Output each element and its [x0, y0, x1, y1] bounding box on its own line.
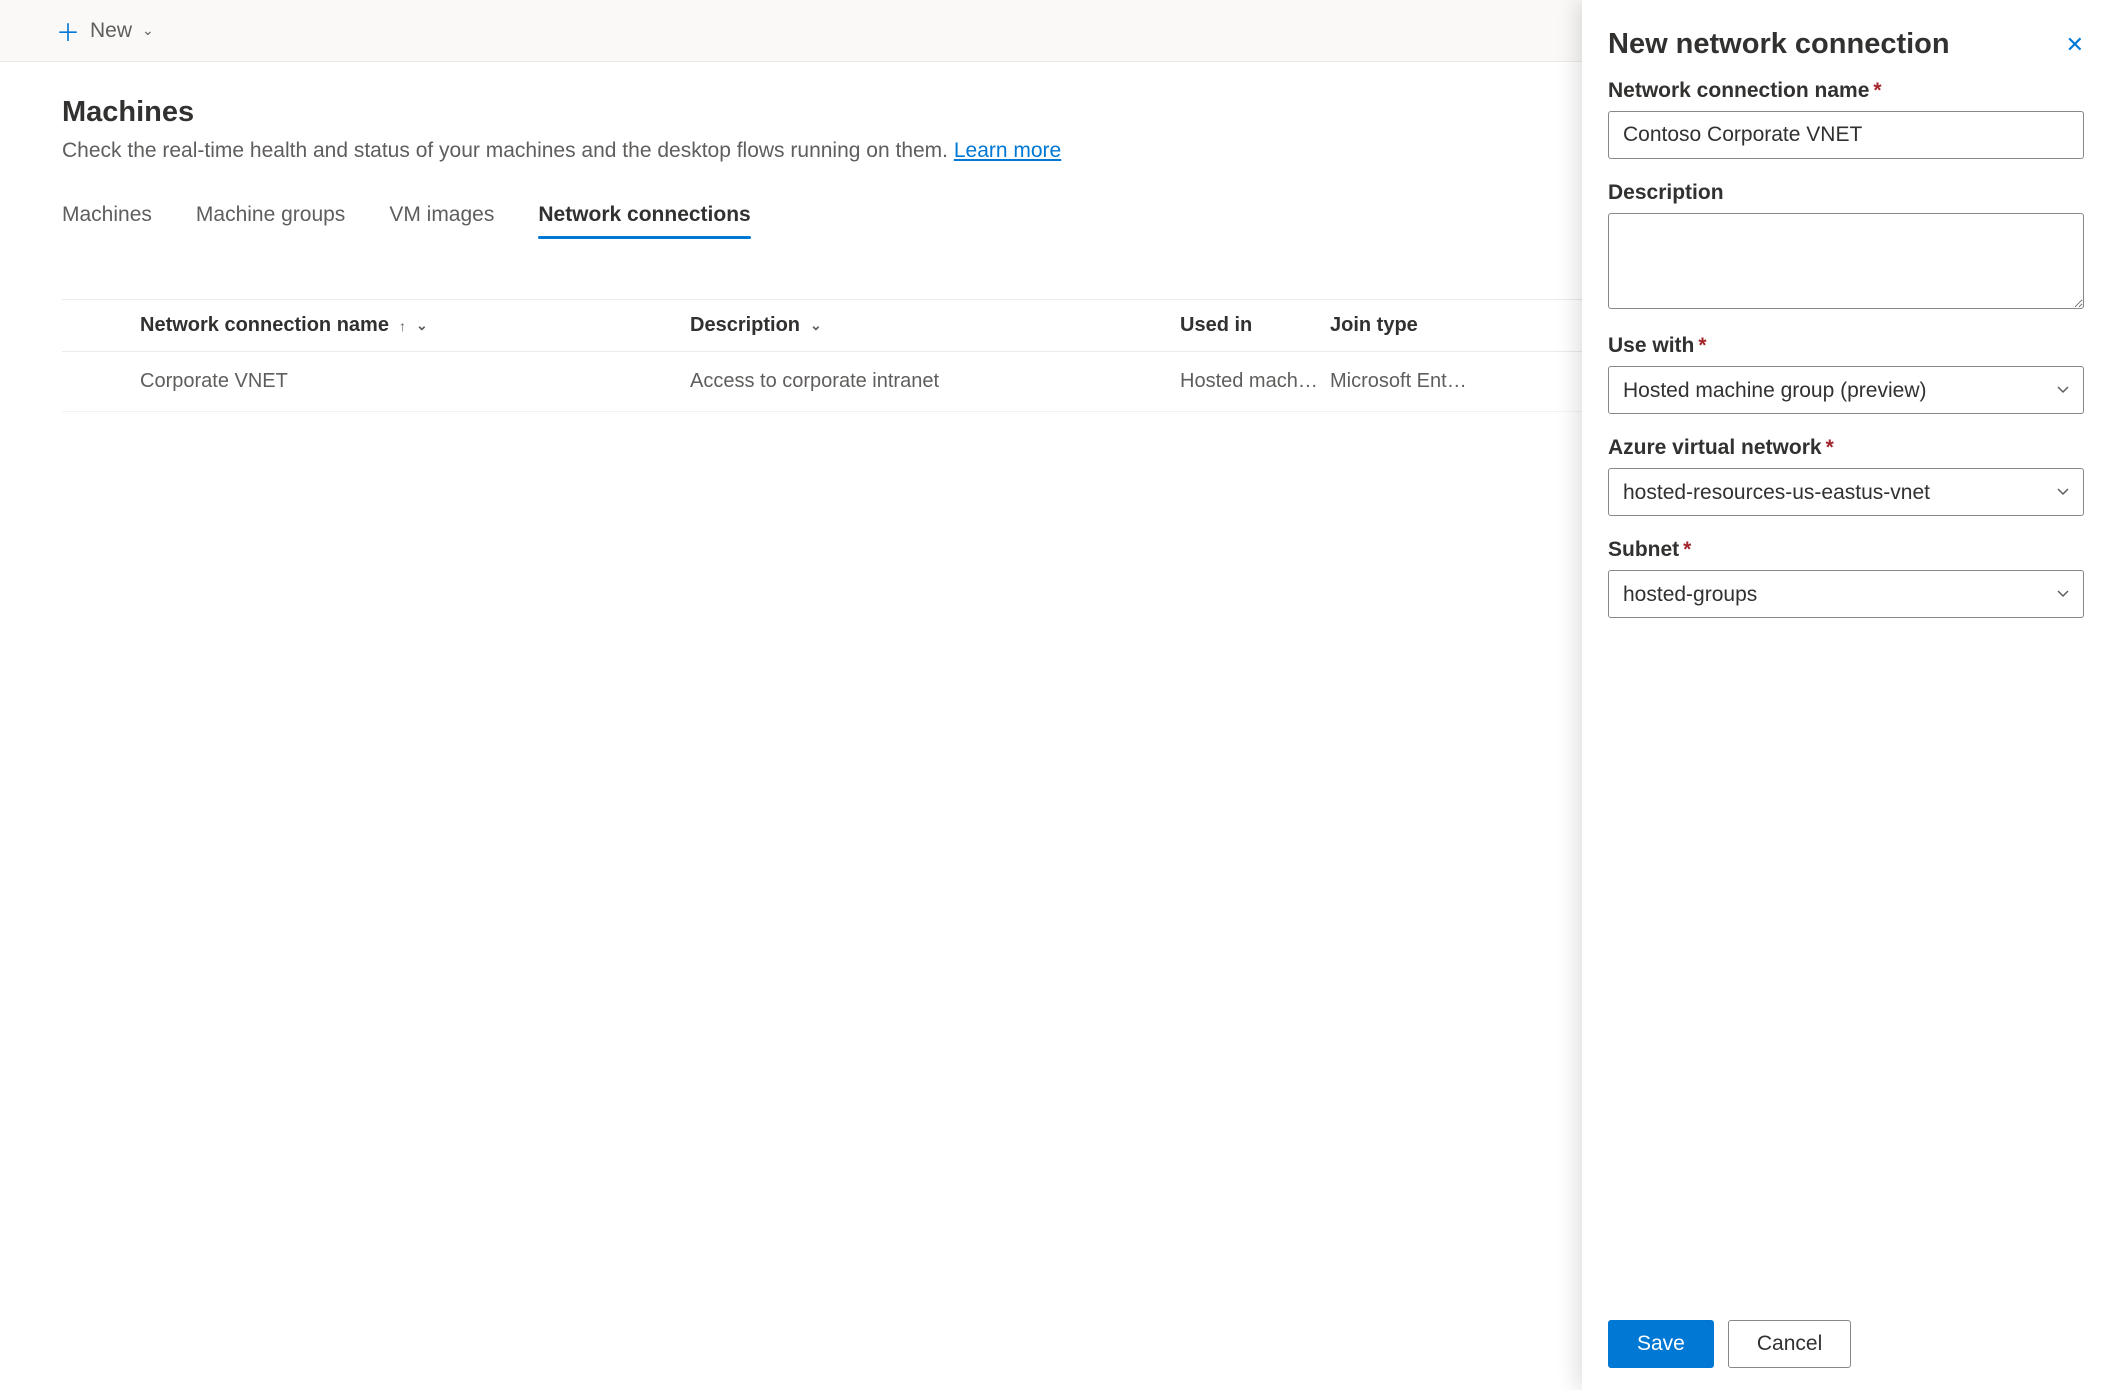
column-header-used-in[interactable]: Used in	[1180, 314, 1330, 337]
tab-machine-groups[interactable]: Machine groups	[196, 203, 345, 239]
subnet-label-text: Subnet	[1608, 538, 1679, 561]
new-button[interactable]: ＋ New ⌄	[56, 13, 154, 48]
chevron-down-icon: ⌄	[810, 317, 822, 334]
chevron-down-icon: ⌄	[416, 317, 428, 334]
plus-icon: ＋	[56, 13, 80, 48]
azure-vnet-select[interactable]: hosted-resources-us-eastus-vnet	[1608, 468, 2084, 516]
azure-vnet-label: Azure virtual network*	[1608, 436, 2084, 460]
chevron-down-icon: ⌄	[142, 22, 154, 39]
field-group-subnet: Subnet* hosted-groups	[1608, 538, 2084, 618]
description-label: Description	[1608, 181, 2084, 205]
panel-title: New network connection	[1608, 28, 1950, 61]
tab-vm-images[interactable]: VM images	[389, 203, 494, 239]
required-indicator: *	[1683, 538, 1691, 561]
tab-network-connections[interactable]: Network connections	[538, 203, 750, 239]
required-indicator: *	[1826, 436, 1834, 459]
use-with-select[interactable]: Hosted machine group (preview)	[1608, 366, 2084, 414]
panel-footer: Save Cancel	[1582, 1298, 2110, 1390]
close-icon[interactable]: ✕	[2066, 34, 2084, 56]
column-header-description-label: Description	[690, 314, 800, 337]
column-header-name-label: Network connection name	[140, 314, 389, 337]
name-input[interactable]	[1608, 111, 2084, 159]
use-with-label: Use with*	[1608, 334, 2084, 358]
column-header-join-type[interactable]: Join type	[1330, 314, 1510, 337]
column-header-name[interactable]: Network connection name ↑ ⌄	[140, 314, 690, 337]
use-with-label-text: Use with	[1608, 334, 1694, 357]
subnet-select[interactable]: hosted-groups	[1608, 570, 2084, 618]
page-subtitle-text: Check the real-time health and status of…	[62, 139, 954, 162]
required-indicator: *	[1698, 334, 1706, 357]
panel-body: Network connection name* Description Use…	[1582, 79, 2110, 1298]
field-group-name: Network connection name*	[1608, 79, 2084, 159]
cancel-button[interactable]: Cancel	[1728, 1320, 1851, 1368]
cell-used-in: Hosted mach…	[1180, 370, 1330, 393]
cell-join-type: Microsoft Ent…	[1330, 370, 1510, 393]
tab-machines[interactable]: Machines	[62, 203, 152, 239]
learn-more-link[interactable]: Learn more	[954, 139, 1061, 162]
name-label-text: Network connection name	[1608, 79, 1869, 102]
field-group-use-with: Use with* Hosted machine group (preview)	[1608, 334, 2084, 414]
subnet-label: Subnet*	[1608, 538, 2084, 562]
new-button-label: New	[90, 19, 132, 43]
save-button[interactable]: Save	[1608, 1320, 1714, 1368]
required-indicator: *	[1873, 79, 1881, 102]
field-group-azure-vnet: Azure virtual network* hosted-resources-…	[1608, 436, 2084, 516]
column-header-description[interactable]: Description ⌄	[690, 314, 1180, 337]
cell-description: Access to corporate intranet	[690, 370, 1180, 393]
panel-header: New network connection ✕	[1582, 0, 2110, 79]
new-connection-panel: New network connection ✕ Network connect…	[1582, 0, 2110, 1390]
azure-vnet-label-text: Azure virtual network	[1608, 436, 1822, 459]
cell-name: Corporate VNET	[140, 370, 690, 393]
description-input[interactable]	[1608, 213, 2084, 309]
name-label: Network connection name*	[1608, 79, 2084, 103]
sort-ascending-icon: ↑	[399, 318, 406, 334]
field-group-description: Description	[1608, 181, 2084, 312]
